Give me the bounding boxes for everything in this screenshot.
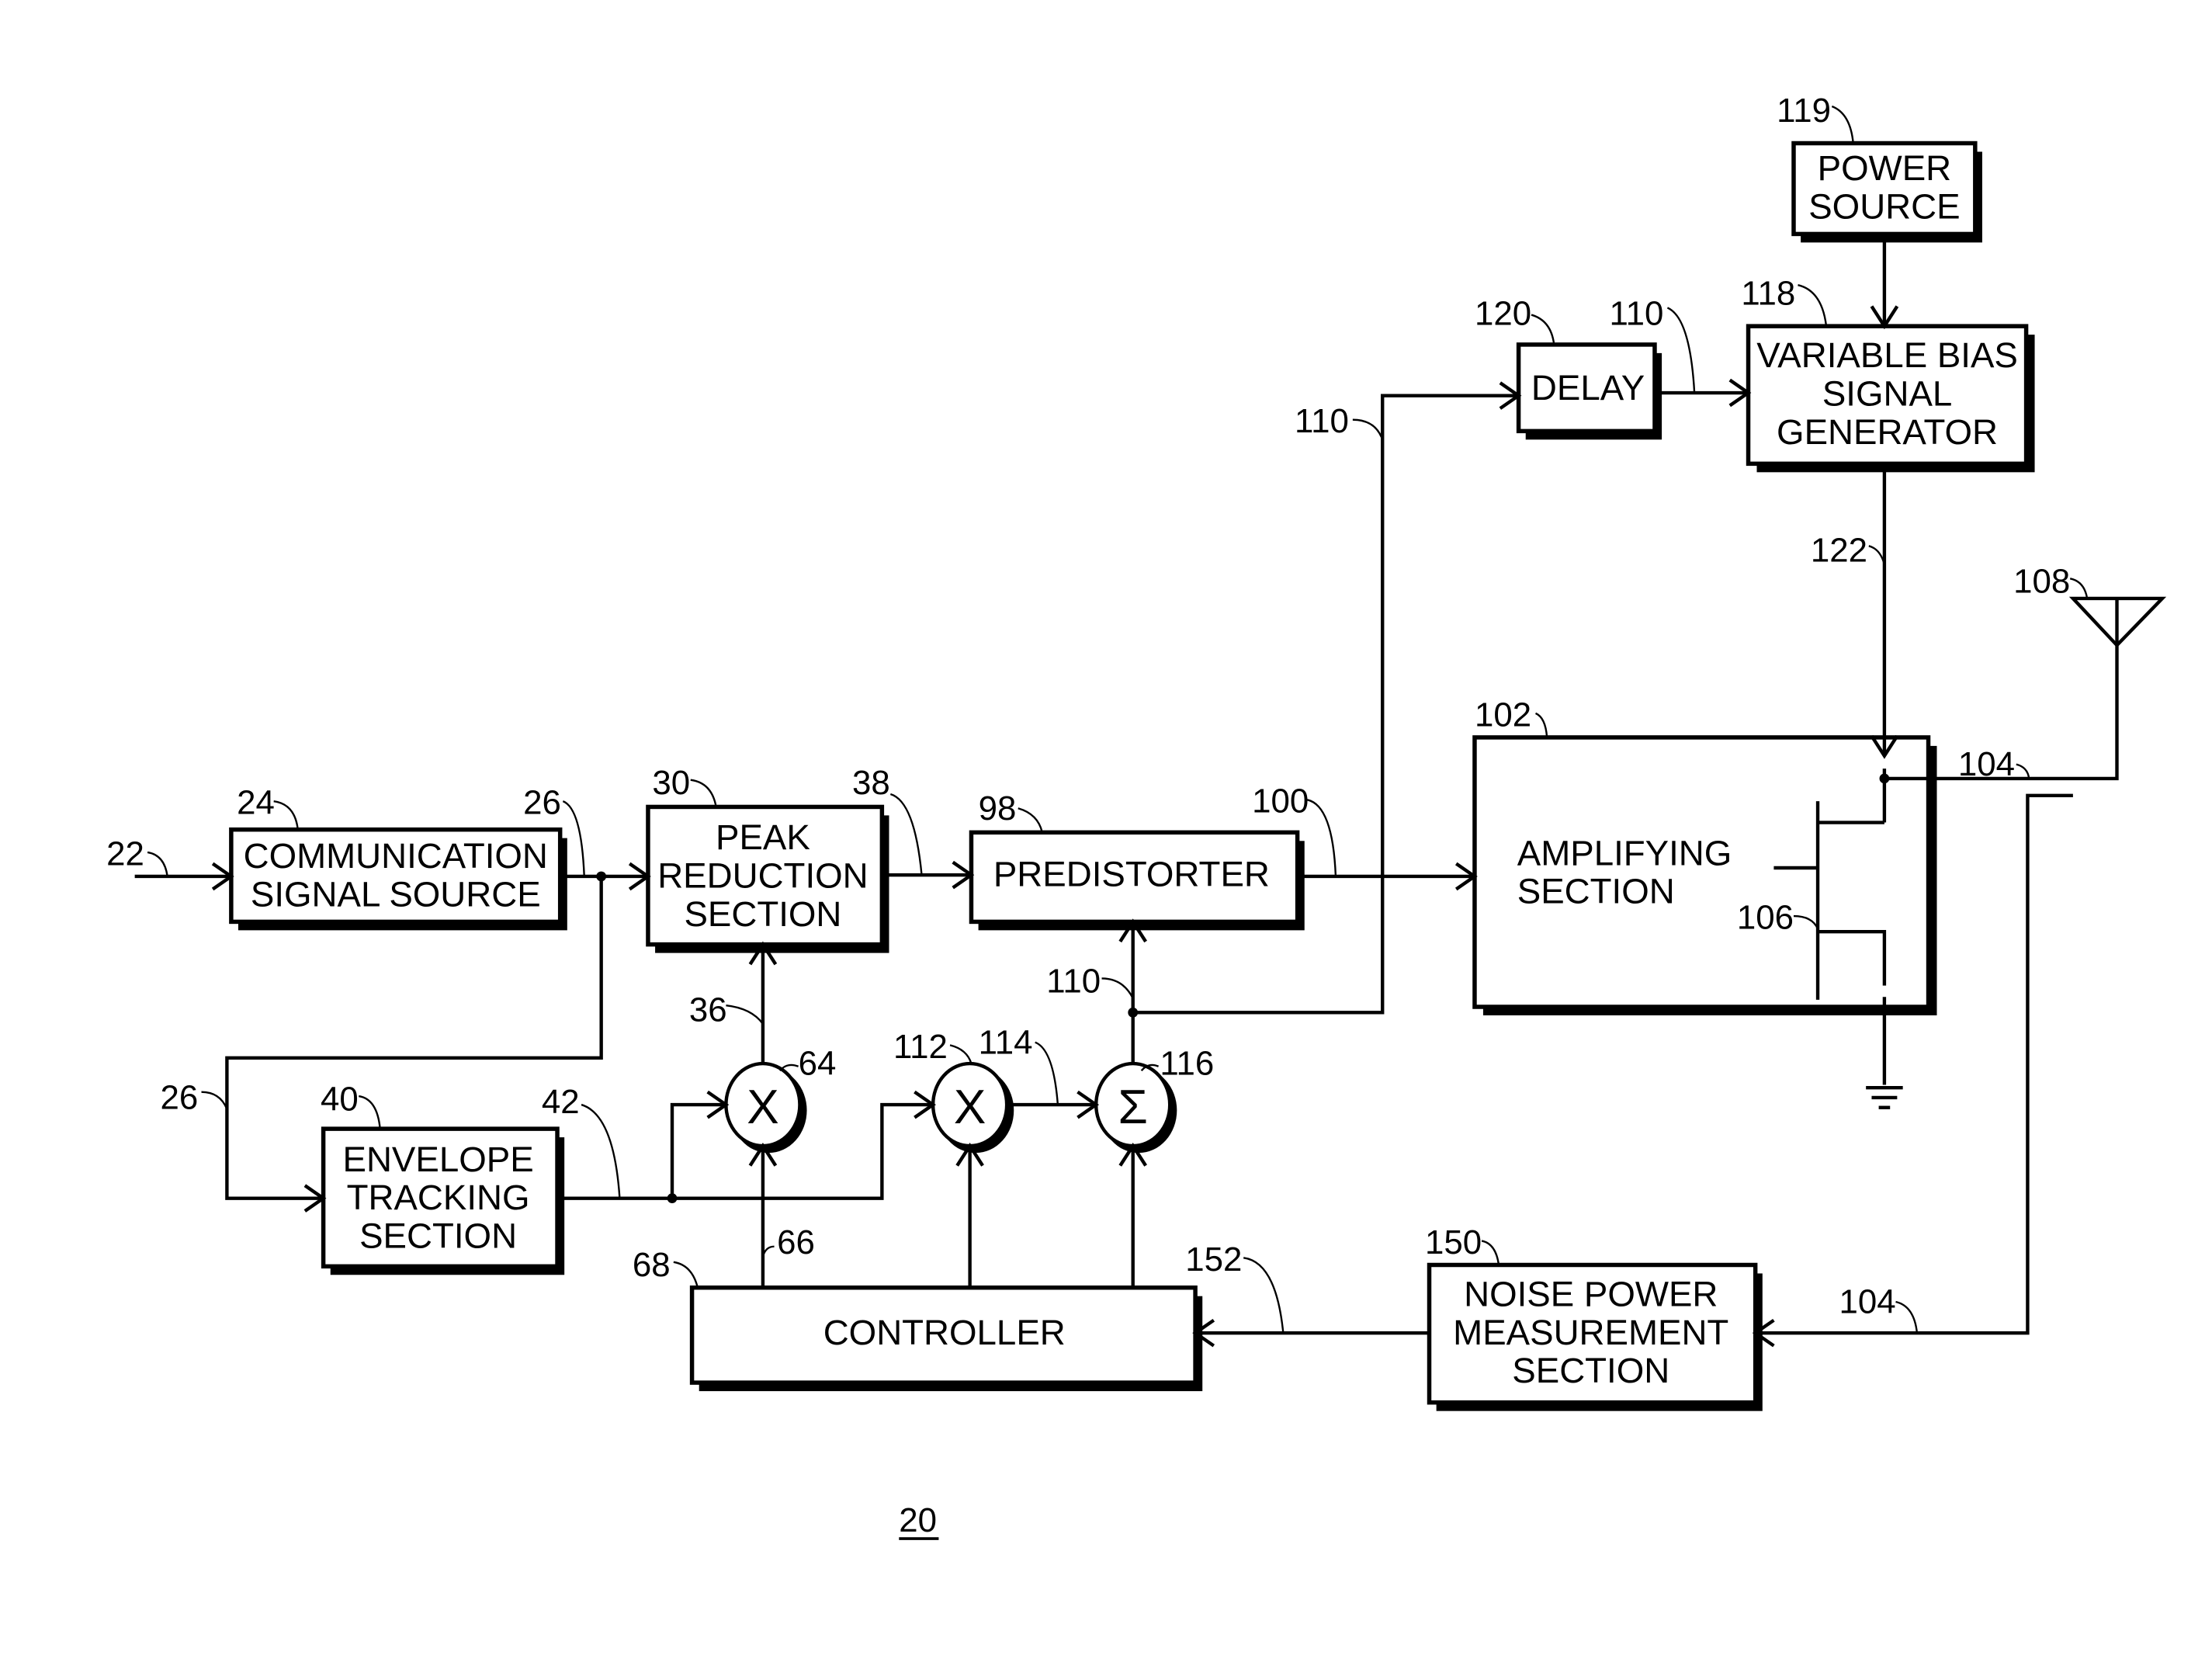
block-label-line: COMMUNICATION	[244, 836, 548, 876]
block-communication-signal-source[interactable]: COMMUNICATION SIGNAL SOURCE	[229, 827, 567, 931]
leader-112	[949, 1044, 973, 1064]
leader-114	[1035, 1041, 1059, 1105]
wire-42-branch	[670, 1102, 726, 1199]
ref-150: 150	[1425, 1223, 1482, 1261]
ref-152: 152	[1185, 1240, 1242, 1279]
ref-122: 122	[1811, 531, 1867, 569]
block-controller[interactable]: CONTROLLER	[689, 1285, 1203, 1392]
leader-104b	[1895, 1300, 1919, 1334]
block-label-line: SIGNAL SOURCE	[251, 874, 541, 914]
leader-22	[147, 851, 168, 877]
ref-30: 30	[652, 764, 690, 802]
multiplier-64[interactable]: X	[724, 1061, 807, 1154]
block-power-source[interactable]: POWER SOURCE	[1791, 141, 1982, 243]
leader-119	[1831, 105, 1854, 144]
ref-120: 120	[1475, 294, 1531, 332]
ref-104: 104	[1958, 745, 2015, 783]
ref-36: 36	[689, 991, 727, 1029]
ref-119: 119	[1777, 92, 1831, 130]
ref-40: 40	[321, 1080, 359, 1118]
ref-68: 68	[633, 1246, 671, 1284]
multiply-icon: X	[954, 1081, 986, 1134]
leader-122	[1868, 545, 1886, 565]
block-label-line: SECTION	[1512, 1351, 1669, 1390]
block-label-line: MEASUREMENT	[1453, 1313, 1728, 1352]
block-variable-bias-signal-generator[interactable]: VARIABLE BIAS SIGNAL GENERATOR	[1746, 324, 2035, 473]
leader-110-left	[1352, 418, 1384, 440]
leader-98	[1018, 807, 1043, 833]
block-label-line: SOURCE	[1808, 186, 1960, 226]
leader-102	[1534, 712, 1548, 738]
block-label-line: POWER	[1818, 148, 1951, 188]
leader-108	[2069, 578, 2089, 599]
ref-102: 102	[1475, 696, 1531, 734]
ref-100: 100	[1252, 782, 1309, 821]
leader-26b	[201, 1091, 228, 1110]
block-label-line: SECTION	[1517, 872, 1675, 911]
ref-38: 38	[852, 764, 890, 802]
block-label-line: AMPLIFYING	[1517, 833, 1732, 873]
ref-42: 42	[542, 1083, 580, 1121]
leader-118	[1798, 284, 1828, 327]
sigma-icon: Σ	[1118, 1081, 1148, 1134]
leader-104	[2016, 763, 2030, 779]
ref-104b: 104	[1839, 1283, 1895, 1321]
ref-112: 112	[893, 1028, 948, 1066]
ref-114: 114	[979, 1023, 1033, 1061]
ref-108: 108	[2013, 563, 2070, 601]
leader-30	[690, 779, 717, 807]
block-delay[interactable]: DELAY	[1516, 342, 1662, 440]
leader-36	[726, 1004, 764, 1025]
ref-24: 24	[237, 784, 275, 822]
leader-152	[1243, 1257, 1285, 1334]
ref-64: 64	[799, 1045, 837, 1083]
leader-42	[581, 1103, 621, 1199]
block-label-line: REDUCTION	[657, 856, 868, 896]
block-peak-reduction-section[interactable]: PEAK REDUCTION SECTION	[646, 804, 889, 953]
multiply-icon: X	[747, 1081, 778, 1134]
ref-26: 26	[523, 784, 561, 822]
block-envelope-tracking-section[interactable]: ENVELOPE TRACKING SECTION	[321, 1126, 565, 1275]
ref-98: 98	[979, 789, 1017, 828]
ref-116: 116	[1160, 1045, 1214, 1083]
leader-110	[1101, 977, 1134, 999]
leader-24	[273, 800, 299, 830]
ref-118: 118	[1741, 275, 1795, 313]
leader-68	[673, 1261, 699, 1289]
ref-22: 22	[106, 834, 144, 873]
leader-110-delay	[1666, 307, 1696, 394]
block-noise-power-measurement-section[interactable]: NOISE POWER MEASUREMENT SECTION	[1427, 1262, 1763, 1411]
leader-120	[1531, 314, 1555, 345]
block-label-line: CONTROLLER	[823, 1313, 1066, 1352]
ref-26b: 26	[161, 1079, 199, 1117]
block-label-line: PREDISTORTER	[993, 855, 1270, 894]
ref-106: 106	[1737, 899, 1794, 937]
leader-38	[889, 793, 923, 876]
leader-150	[1481, 1240, 1500, 1265]
multiplier-112[interactable]: X	[931, 1061, 1014, 1154]
block-diagram: COMMUNICATION SIGNAL SOURCE PEAK REDUCTI…	[106, 92, 2167, 1540]
leader-100	[1307, 799, 1337, 877]
block-label-line: ENVELOPE	[343, 1140, 534, 1179]
ref-110-left: 110	[1295, 402, 1349, 440]
figure-number-label: 20	[899, 1501, 937, 1539]
block-amplifying-section[interactable]: AMPLIFYING SECTION	[1472, 735, 1937, 1015]
block-label-line: PEAK	[716, 817, 810, 857]
block-label-line: VARIABLE BIAS	[1756, 335, 2018, 375]
block-predistorter[interactable]: PREDISTORTER	[969, 830, 1305, 931]
ref-110: 110	[1046, 963, 1101, 1001]
block-label-line: DELAY	[1531, 368, 1645, 408]
figure-number: 20	[899, 1501, 939, 1540]
block-label-line: SECTION	[359, 1216, 517, 1256]
ref-110-delay: 110	[1610, 294, 1664, 332]
block-label-line: SIGNAL	[1822, 373, 1952, 413]
block-label-line: TRACKING	[347, 1178, 530, 1217]
block-label-line: SECTION	[684, 894, 841, 934]
block-label-line: GENERATOR	[1777, 412, 1998, 452]
block-label-line: NOISE POWER	[1464, 1274, 1718, 1313]
ref-66: 66	[777, 1223, 815, 1261]
leader-40	[359, 1095, 381, 1129]
